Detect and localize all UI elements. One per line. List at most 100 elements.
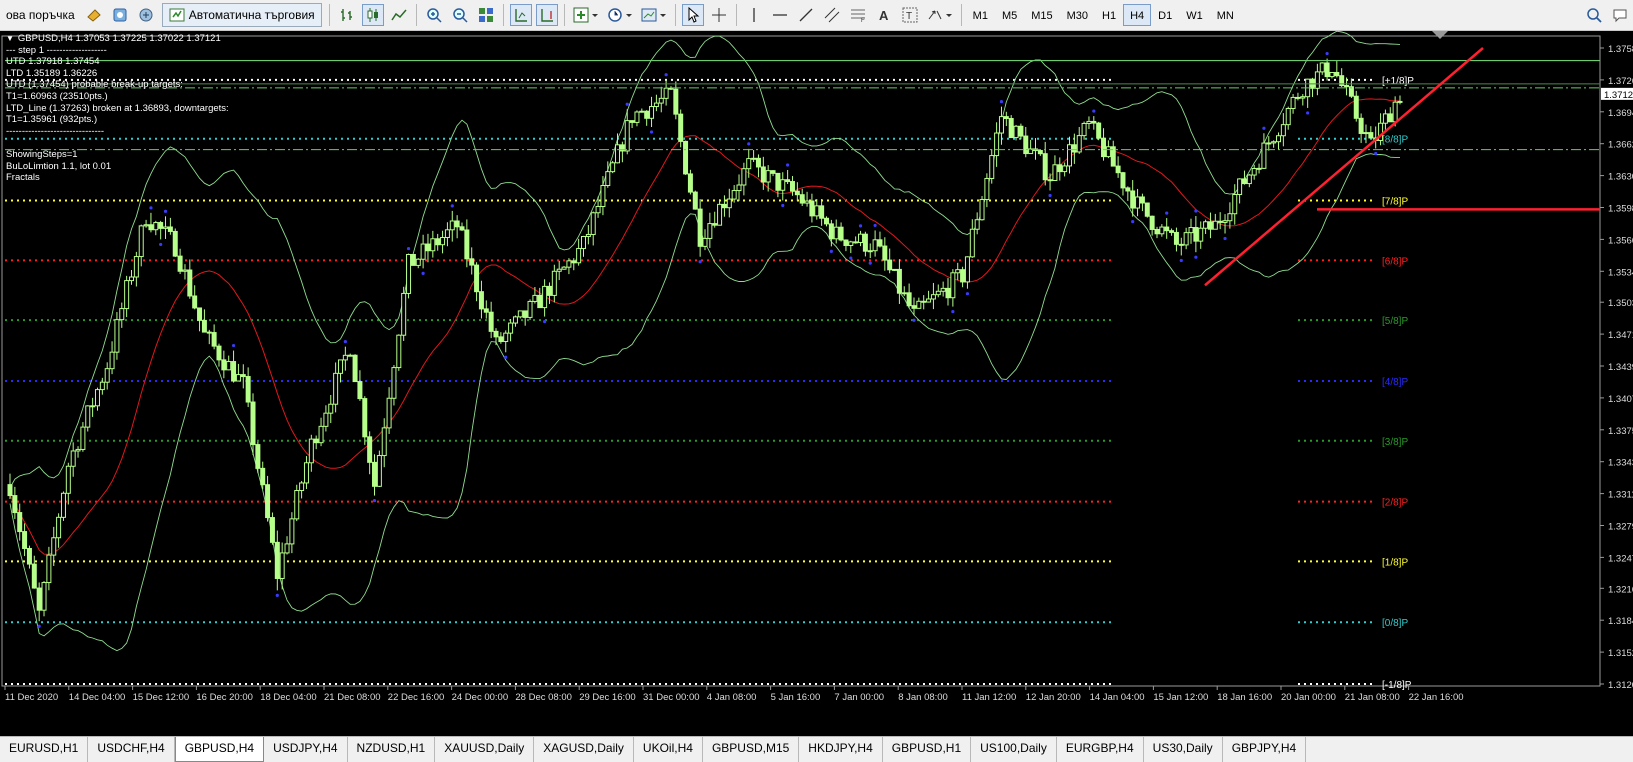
autoscroll-icon[interactable] (535, 4, 558, 26)
timeframe-h4[interactable]: H4 (1123, 4, 1152, 26)
metaeditor-icon[interactable] (83, 4, 105, 26)
crosshair-icon[interactable] (708, 4, 730, 26)
chart-tab[interactable]: GBPUSD,M15 (703, 737, 800, 762)
price-chart[interactable]: [+1/8]P [8/8]P [7/8]P [6/8]P [5/8]P [4/8]P [3/… (0, 31, 1633, 736)
chart-canvas[interactable]: [+1/8]P [8/8]P [7/8]P [6/8]P [5/8]P [4/8]P [3/… (0, 31, 1633, 736)
candle-body (1159, 226, 1165, 235)
candle-body (231, 361, 237, 382)
candle-body (590, 212, 596, 235)
timeframe-h1[interactable]: H1 (1095, 4, 1123, 26)
fibonacci-icon[interactable]: F (847, 4, 869, 26)
candle-body (726, 198, 732, 209)
channel-icon[interactable] (821, 4, 843, 26)
timeframe-d1[interactable]: D1 (1151, 4, 1179, 26)
svg-text:T: T (906, 11, 912, 22)
candle-body (337, 359, 343, 374)
fractal-down-marker (698, 260, 702, 264)
fractal-down-marker (1048, 193, 1052, 198)
chart-tab[interactable]: GBPUSD,H1 (883, 737, 972, 762)
chart-tab[interactable]: US100,Daily (971, 737, 1057, 762)
chart-tab[interactable]: UKOil,H4 (634, 737, 703, 762)
price-axis-label: 1.3184 (1608, 616, 1633, 627)
fractal-down-marker (868, 261, 872, 265)
chart-tab[interactable]: GBPJPY,H4 (1223, 737, 1307, 762)
horizontal-line-icon[interactable] (769, 4, 791, 26)
candle-body (911, 305, 917, 309)
candlestick-chart-icon[interactable] (361, 4, 384, 26)
candle-body (294, 490, 300, 520)
chart-tab[interactable]: GBPUSD,H4 (174, 737, 265, 762)
info-line: BuLoLimtion 1.1, lot 0.01 (6, 160, 112, 172)
periods-icon[interactable] (605, 4, 635, 26)
time-axis-label: 21 Jan 08:00 (1345, 692, 1400, 703)
candle-body (945, 287, 951, 299)
candle-body (746, 158, 752, 170)
chart-tab[interactable]: NZDUSD,H1 (348, 737, 436, 762)
timeframe-m15[interactable]: M15 (1024, 4, 1059, 26)
candle-body (1164, 226, 1170, 232)
zoom-in-icon[interactable] (423, 4, 445, 26)
options-icon[interactable] (135, 4, 157, 26)
timeframe-m5[interactable]: M5 (995, 4, 1024, 26)
candle-body (1096, 122, 1102, 139)
candle-body (216, 345, 222, 361)
candle-body (930, 294, 936, 300)
candle-body (1130, 190, 1136, 209)
ohlc-readout: GBPUSD,H4 1.37053 1.37225 1.37022 1.3712… (17, 33, 221, 44)
candle-body (1344, 85, 1350, 88)
candle-body (1397, 100, 1403, 103)
timeframe-w1[interactable]: W1 (1179, 4, 1210, 26)
candle-body (1086, 120, 1092, 124)
new-order-button[interactable]: ова поръчка (0, 4, 81, 26)
candle-body (765, 170, 771, 183)
candle-body (687, 173, 693, 193)
candle-body (707, 223, 713, 239)
chart-tab[interactable]: XAGUSD,Daily (534, 737, 634, 762)
timeframe-m30[interactable]: M30 (1060, 4, 1095, 26)
chart-tab[interactable]: USDCHF,H4 (88, 737, 175, 762)
candle-body (551, 270, 557, 296)
vertical-line-icon[interactable] (743, 4, 765, 26)
price-axis-label: 1.3375 (1608, 426, 1633, 437)
candle-body (989, 155, 995, 179)
chart-tab[interactable]: US30,Daily (1144, 737, 1223, 762)
collapse-icon[interactable]: ▼ (6, 34, 14, 43)
chart-shift-icon[interactable] (509, 4, 532, 26)
candle-body (1173, 231, 1179, 245)
trendline-icon[interactable] (795, 4, 817, 26)
candle-body (556, 268, 562, 272)
candle-body (1057, 164, 1063, 173)
candle-body (814, 205, 820, 217)
chart-tab[interactable]: XAUUSD,Daily (435, 737, 535, 762)
bar-chart-icon[interactable] (336, 4, 358, 26)
chart-tab[interactable]: EURUSD,H1 (0, 737, 89, 762)
autotrading-button[interactable]: Автоматична търговия (161, 3, 322, 27)
candle-body (206, 331, 212, 334)
chart-tab[interactable]: HKDJPY,H4 (799, 737, 883, 762)
indicators-icon[interactable] (571, 4, 601, 26)
templates-icon[interactable] (639, 4, 669, 26)
chart-tab[interactable]: USDJPY,H4 (264, 737, 348, 762)
candle-body (182, 269, 188, 272)
cursor-icon[interactable] (681, 4, 704, 26)
text-label-icon[interactable]: T (899, 4, 921, 26)
timeframe-mn[interactable]: MN (1210, 4, 1241, 26)
candle-body (964, 256, 970, 283)
candle-body (410, 253, 416, 266)
autotrading-label: Автоматична търговия (188, 8, 315, 22)
zoom-out-icon[interactable] (449, 4, 471, 26)
chat-icon[interactable] (1609, 4, 1631, 26)
candle-body (532, 294, 538, 302)
fractal-up-marker (1262, 126, 1266, 130)
info-line (6, 137, 229, 149)
line-chart-icon[interactable] (388, 4, 410, 26)
search-icon[interactable] (1583, 4, 1605, 26)
candle-body (1251, 167, 1257, 176)
time-axis-label: 24 Dec 00:00 (452, 692, 509, 703)
arrows-icon[interactable] (925, 4, 955, 26)
tile-windows-icon[interactable] (475, 4, 497, 26)
text-icon[interactable]: A (873, 4, 895, 26)
history-icon[interactable] (109, 4, 131, 26)
chart-tab[interactable]: EURGBP,H4 (1057, 737, 1144, 762)
timeframe-m1[interactable]: M1 (966, 4, 995, 26)
